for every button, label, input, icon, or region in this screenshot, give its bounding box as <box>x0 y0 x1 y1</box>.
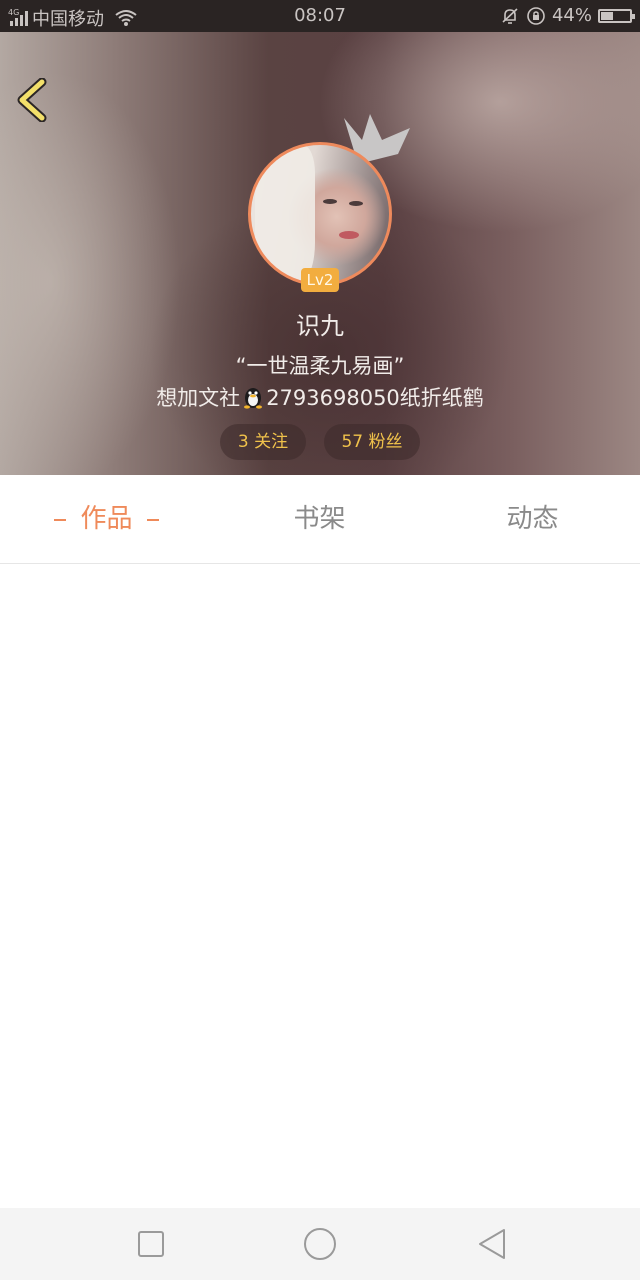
following-count-button[interactable]: 3 关注 <box>220 424 306 460</box>
wifi-icon <box>115 10 137 26</box>
qq-penguin-icon <box>244 388 263 409</box>
avatar-container: Lv2 <box>248 114 410 292</box>
profile-tabs: 作品 书架 动态 <box>0 475 640 564</box>
info-suffix: 2793698050纸折纸鹤 <box>266 386 484 410</box>
home-icon[interactable] <box>302 1226 338 1262</box>
avatar[interactable] <box>248 142 392 286</box>
back-button[interactable] <box>14 78 54 122</box>
status-bar: 4G 中国移动 08:07 44% <box>0 0 640 32</box>
rotation-lock-icon <box>527 6 545 25</box>
signal-icon: 4G <box>8 8 28 26</box>
carrier-name: 中国移动 <box>32 9 104 30</box>
username: 识九 <box>296 312 344 340</box>
network-type: 4G <box>8 8 20 17</box>
mute-icon <box>502 7 518 24</box>
tab-bookshelf[interactable]: 书架 <box>213 475 426 563</box>
back-icon[interactable] <box>474 1226 510 1262</box>
tab-bookshelf-label: 书架 <box>293 504 346 534</box>
tab-indicator-left <box>54 518 67 521</box>
battery-percent: 44% <box>551 5 592 26</box>
system-nav-bar <box>0 1208 640 1280</box>
level-badge: Lv2 <box>301 268 339 292</box>
tab-works[interactable]: 作品 <box>0 475 213 563</box>
tab-activity[interactable]: 动态 <box>426 475 639 563</box>
tab-works-label: 作品 <box>80 504 133 534</box>
battery-icon <box>598 8 635 23</box>
recent-apps-icon[interactable] <box>133 1226 169 1262</box>
signature: “一世温柔九易画” <box>235 354 405 378</box>
profile-header: Lv2 识九 “一世温柔九易画” 想加文社 2793698050纸折纸鹤 3 关… <box>0 32 640 475</box>
fans-count-button[interactable]: 57 粉丝 <box>324 424 420 460</box>
tab-indicator-right <box>146 518 159 521</box>
tab-content-area <box>0 564 640 1208</box>
info-prefix: 想加文社 <box>156 386 241 410</box>
profile-info: 想加文社 2793698050纸折纸鹤 <box>0 382 640 412</box>
tab-activity-label: 动态 <box>506 504 559 534</box>
